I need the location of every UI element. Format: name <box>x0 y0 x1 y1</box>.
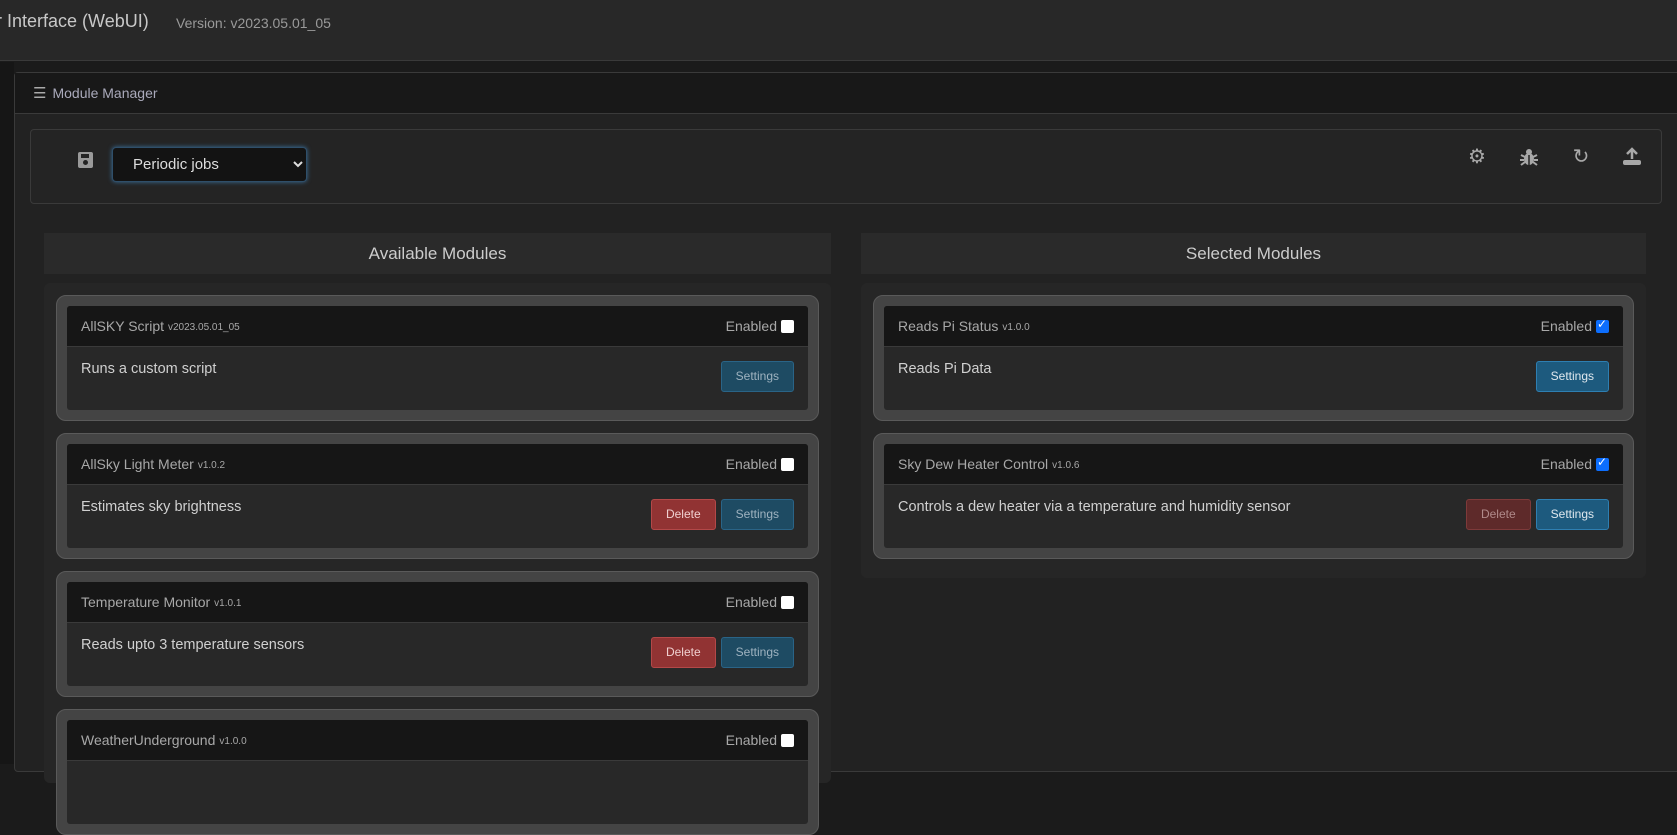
module-header: Sky Dew Heater Control v1.0.6 Enabled <box>884 444 1623 485</box>
enabled-checkbox[interactable] <box>781 319 794 333</box>
panel-title: Module Manager <box>52 85 158 101</box>
enabled-checkbox[interactable] <box>781 595 794 609</box>
enabled-label: Enabled <box>725 594 777 610</box>
module-version: v1.0.0 <box>1002 322 1030 333</box>
enabled-label: Enabled <box>1540 318 1592 334</box>
settings-button[interactable]: Settings <box>720 361 794 392</box>
module-header: AllSKY Script v2023.05.01_05 Enabled <box>67 306 808 347</box>
module-card[interactable]: AllSKY Script v2023.05.01_05 Enabled Runs a… <box>56 295 819 421</box>
module-header: AllSky Light Meter v1.0.2 Enabled <box>67 444 808 485</box>
settings-button[interactable]: Settings <box>1535 499 1609 530</box>
delete-button[interactable]: Delete <box>650 499 716 530</box>
module-name: AllSKY Script <box>81 318 164 334</box>
toolbar: Periodic jobs ⚙ ↻ <box>30 129 1662 204</box>
enabled-checkbox[interactable] <box>1596 317 1609 333</box>
module-card[interactable]: AllSky Light Meter v1.0.2 Enabled Estimates… <box>56 433 819 559</box>
panel-header: ☰ Module Manager <box>15 73 1677 114</box>
enabled-label: Enabled <box>1540 456 1592 472</box>
module-card[interactable]: Temperature Monitor v1.0.1 Enabled Reads up… <box>56 571 819 697</box>
module-description: Reads Pi Data <box>898 361 992 377</box>
settings-button[interactable]: Settings <box>720 499 794 530</box>
app-title: r Interface (WebUI) <box>0 11 149 31</box>
module-version: v1.0.6 <box>1052 460 1080 471</box>
module-name: Temperature Monitor <box>81 594 211 610</box>
menu-icon: ☰ <box>33 85 47 102</box>
module-version: v1.0.0 <box>219 736 247 747</box>
module-description: Runs a custom script <box>81 361 217 377</box>
selected-modules-list: Reads Pi Statusv1.0.0 Enabled Reads Pi Dat… <box>861 283 1646 578</box>
module-card[interactable]: Reads Pi Statusv1.0.0 Enabled Reads Pi Dat… <box>873 295 1634 421</box>
module-description: Controls a dew heater via a temperature … <box>898 499 1291 515</box>
available-modules-list: AllSKY Script v2023.05.01_05 Enabled Runs a… <box>44 283 831 835</box>
module-description: Reads upto 3 temperature sensors <box>81 637 305 653</box>
module-version: v1.0.2 <box>197 460 226 471</box>
module-card[interactable]: Sky Dew Heater Controlv1.0.6 Enabled Contr… <box>873 433 1634 559</box>
module-header: Temperature Monitor v1.0.1 Enabled <box>67 582 808 623</box>
refresh-icon[interactable]: ↻ <box>1568 144 1594 170</box>
module-header: WeatherUnderground v1.0.0 Enabled <box>67 720 808 761</box>
settings-button[interactable]: Settings <box>1535 361 1609 392</box>
gear-icon[interactable]: ⚙ <box>1464 144 1490 170</box>
module-name: WeatherUnderground <box>81 732 216 748</box>
version-label: Version: v2023.05.01_05 <box>176 15 331 31</box>
module-version: v2023.05.01_05 <box>168 322 240 333</box>
selected-modules-heading: Selected Modules <box>861 233 1646 274</box>
module-card[interactable]: WeatherUnderground v1.0.0 Enabled <box>56 709 819 835</box>
enabled-checkbox[interactable] <box>781 733 794 747</box>
module-name: AllSky Light Meter <box>81 456 194 472</box>
upload-icon[interactable] <box>1619 144 1645 170</box>
module-version: v1.0.1 <box>214 598 242 609</box>
enabled-label: Enabled <box>725 318 777 334</box>
module-name: Sky Dew Heater Control <box>898 456 1049 472</box>
enabled-checkbox[interactable] <box>781 457 794 471</box>
module-header: Reads Pi Status v1.0.0 Enabled <box>884 306 1623 347</box>
available-modules-heading: Available Modules <box>44 233 831 274</box>
settings-button[interactable]: Settings <box>720 637 794 668</box>
top-bar: r Interface (WebUI) Version: v2023.05.01… <box>0 0 1677 61</box>
enabled-label: Enabled <box>725 456 777 472</box>
module-description: Estimates sky brightness <box>81 499 242 515</box>
enabled-label: Enabled <box>725 732 777 748</box>
delete-button[interactable]: Delete <box>650 637 716 668</box>
sidebar-edge <box>0 62 14 764</box>
flow-select[interactable]: Periodic jobs <box>112 147 307 182</box>
enabled-checkbox[interactable] <box>1596 455 1609 471</box>
delete-button[interactable]: Delete <box>1465 499 1531 530</box>
save-icon[interactable] <box>78 152 93 168</box>
module-name: Reads Pi Status <box>898 318 999 334</box>
bug-icon[interactable] <box>1516 144 1542 170</box>
